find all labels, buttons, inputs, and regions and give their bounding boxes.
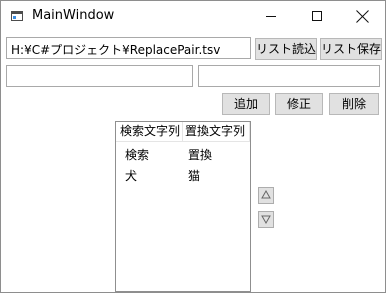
search-cell: 犬 bbox=[125, 169, 138, 183]
save-list-button[interactable]: リスト保存 bbox=[320, 38, 382, 60]
search-text-input[interactable] bbox=[6, 65, 193, 87]
maximize-button[interactable] bbox=[294, 1, 340, 32]
list-header: 検索文字列 置換文字列 bbox=[116, 122, 250, 142]
close-button[interactable] bbox=[339, 1, 385, 32]
triangle-up-icon bbox=[261, 190, 271, 199]
main-window: MainWindow リスト読込 リスト保存 追加 修正 削除 検索文字列 置換… bbox=[0, 0, 386, 293]
file-path-input[interactable] bbox=[6, 37, 251, 59]
triangle-down-icon bbox=[261, 215, 271, 224]
move-down-button[interactable] bbox=[258, 211, 274, 228]
title-bar[interactable]: MainWindow bbox=[1, 1, 385, 32]
replace-column-header[interactable]: 置換文字列 bbox=[183, 122, 250, 141]
list-row[interactable]: 犬 猫 bbox=[116, 166, 250, 186]
search-column-header[interactable]: 検索文字列 bbox=[116, 122, 183, 141]
replace-text-input[interactable] bbox=[198, 65, 380, 87]
replace-cell: 猫 bbox=[188, 169, 201, 183]
minimize-icon bbox=[266, 16, 276, 17]
edit-button[interactable]: 修正 bbox=[275, 93, 323, 115]
delete-button[interactable]: 削除 bbox=[329, 93, 379, 115]
minimize-button[interactable] bbox=[248, 1, 294, 32]
replace-pair-list[interactable]: 検索文字列 置換文字列 検索 置換 犬 猫 bbox=[115, 121, 251, 292]
search-cell: 検索 bbox=[125, 148, 150, 162]
list-row[interactable]: 検索 置換 bbox=[116, 145, 250, 165]
replace-cell: 置換 bbox=[188, 148, 213, 162]
move-up-button[interactable] bbox=[258, 187, 274, 204]
app-window-icon bbox=[11, 11, 23, 21]
close-icon bbox=[355, 9, 370, 24]
load-list-button[interactable]: リスト読込 bbox=[255, 38, 317, 60]
add-button[interactable]: 追加 bbox=[222, 93, 270, 115]
maximize-icon bbox=[312, 11, 322, 21]
window-title: MainWindow bbox=[32, 8, 115, 23]
